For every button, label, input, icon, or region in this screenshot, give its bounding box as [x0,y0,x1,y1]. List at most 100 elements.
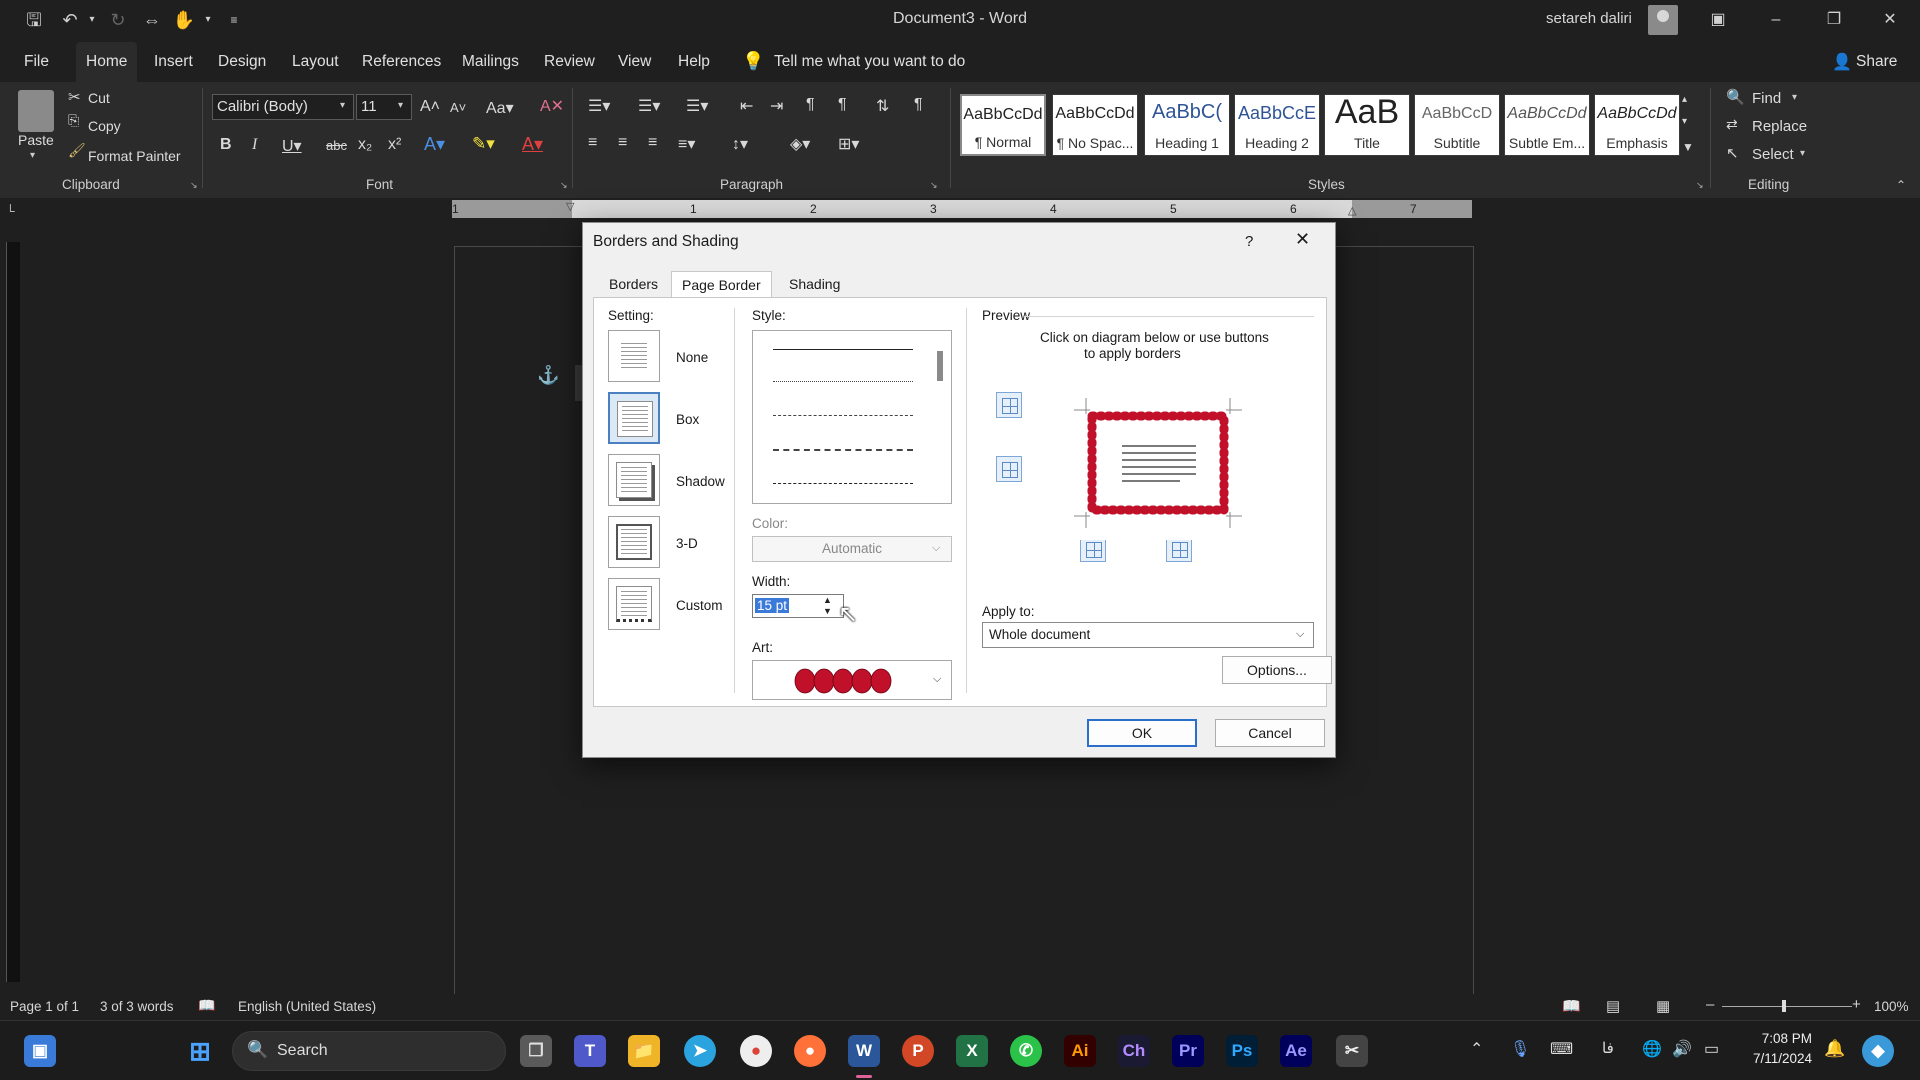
tab-review[interactable]: Review [534,42,605,82]
setting-box-icon[interactable] [608,392,660,444]
powerpoint-icon[interactable]: P [902,1035,934,1067]
font-family-select[interactable]: Calibri (Body) [212,94,354,120]
bullets-icon[interactable]: ☰▾ [588,96,610,116]
paste-icon[interactable] [18,90,54,132]
chevron-down-icon[interactable]: ▾ [1800,148,1805,159]
page-count[interactable]: Page 1 of 1 [10,999,79,1014]
width-stepper[interactable]: 15 pt ▲ ▼ [752,594,844,618]
style-heading-2[interactable]: AaBbCcE Heading 2 [1234,94,1320,156]
style-option-dotted[interactable] [773,381,913,382]
width-down-icon[interactable]: ▼ [823,606,832,616]
style-subtle-emphasis[interactable]: AaBbCcDd Subtle Em... [1504,94,1590,156]
dialog-help-button[interactable]: ? [1245,233,1253,250]
borders-icon[interactable]: ⊞▾ [838,134,859,154]
style-heading-1[interactable]: AaBbC(Heading 1 [1144,94,1230,156]
excel-icon[interactable]: X [956,1035,988,1067]
tell-me-search[interactable]: Tell me what you want to do [764,42,975,82]
web-layout-icon[interactable]: ▦ [1656,997,1670,1015]
avatar[interactable] [1648,5,1678,35]
change-case-icon[interactable]: Aa▾ [486,98,514,118]
setting-none-label[interactable]: None [676,350,708,365]
language[interactable]: English (United States) [238,999,376,1014]
grow-font-icon[interactable]: A˄ [420,98,440,116]
volume-icon[interactable]: 🔊 [1672,1039,1692,1059]
style-list[interactable] [752,330,952,504]
bold-icon[interactable]: B [220,136,232,154]
tab-borders[interactable]: Borders [599,271,668,297]
styles-more-icon[interactable]: ▼ [1682,140,1694,154]
clock-date[interactable]: 7/11/2024 [1742,1051,1812,1066]
show-marks-icon[interactable]: ¶ [914,96,923,114]
multilevel-list-icon[interactable]: ☰▾ [686,96,708,116]
setting-custom-label[interactable]: Custom [676,598,723,613]
width-input[interactable]: 15 pt [755,598,790,613]
superscript-icon[interactable]: x² [388,136,401,154]
style-title[interactable]: AaB Title [1324,94,1410,156]
indent-marker-icon[interactable]: ▽ [566,200,574,213]
tab-insert[interactable]: Insert [144,42,203,82]
setting-3d-label[interactable]: 3-D [676,536,698,551]
setting-custom-icon[interactable] [608,578,660,630]
start-icon[interactable]: ⊞ [184,1035,216,1067]
zoom-slider[interactable] [1722,1006,1852,1007]
options-button[interactable]: Options... [1222,656,1332,684]
tab-selector-icon[interactable]: └ [6,204,20,218]
copilot-icon[interactable]: ◆ [1862,1035,1894,1067]
strikethrough-icon[interactable]: abc [326,138,347,153]
preview-diagram[interactable] [1060,386,1256,540]
bottom-border-button[interactable] [996,456,1022,482]
chevron-up-icon[interactable]: ⌃ [1470,1039,1483,1059]
setting-box-label[interactable]: Box [676,412,699,427]
style-list-scrollbar[interactable] [937,351,943,381]
sort-icon[interactable]: ⇅ [876,96,889,116]
illustrator-icon[interactable]: Ai [1064,1035,1096,1067]
art-select[interactable]: ⌵ [752,660,952,700]
highlight-icon[interactable]: ✎▾ [472,134,495,154]
chevron-down-icon[interactable]: ▾ [1792,92,1797,103]
ribbon-display-options-icon[interactable]: ▣ [1696,4,1740,36]
tab-design[interactable]: Design [208,42,276,82]
character-animator-icon[interactable]: Ch [1118,1035,1150,1067]
vertical-ruler[interactable] [6,242,20,982]
widgets-icon[interactable]: ▣ [24,1035,56,1067]
cancel-button[interactable]: Cancel [1215,719,1325,747]
text-effects-icon[interactable]: A▾ [424,134,445,155]
style-option-solid[interactable] [773,349,913,350]
tab-help[interactable]: Help [668,42,720,82]
setting-3d-icon[interactable] [608,516,660,568]
style-option-dashed-small[interactable] [773,415,913,416]
paragraph-launcher-icon[interactable]: ↘ [930,180,938,191]
word-icon[interactable]: W [848,1035,880,1067]
font-color-icon[interactable]: A▾ [522,134,543,155]
user-name[interactable]: setareh daliri [1546,10,1632,27]
justify-icon[interactable]: ≡▾ [678,134,695,154]
underline-icon[interactable]: U▾ [282,136,302,156]
styles-launcher-icon[interactable]: ↘ [1696,180,1704,191]
dialog-close-icon[interactable]: ✕ [1295,229,1310,250]
chevron-down-icon[interactable]: ⌵ [933,673,941,686]
italic-icon[interactable]: I [252,136,257,154]
zoom-slider-thumb[interactable] [1782,1000,1786,1012]
tab-file[interactable]: File [14,42,59,82]
increase-indent-icon[interactable]: ⇥ [770,96,783,116]
premiere-icon[interactable]: Pr [1172,1035,1204,1067]
color-select[interactable]: Automatic [752,536,952,562]
teams-icon[interactable]: T [574,1035,606,1067]
zoom-level[interactable]: 100% [1874,999,1909,1014]
shading-icon[interactable]: ◈▾ [790,134,810,154]
subscript-icon[interactable]: x₂ [358,136,372,154]
read-mode-icon[interactable]: 📖 [1562,997,1581,1015]
ok-button[interactable]: OK [1087,719,1197,747]
close-window-icon[interactable]: ✕ [1868,4,1912,36]
style-emphasis[interactable]: AaBbCcDd Emphasis [1594,94,1680,156]
style-normal[interactable]: AaBbCcDd ¶ Normal [960,94,1046,156]
print-layout-icon[interactable]: ▤ [1606,997,1620,1015]
tab-home[interactable]: Home [76,42,138,82]
file-explorer-icon[interactable]: 📁 [628,1035,660,1067]
zoom-in-icon[interactable]: + [1852,996,1861,1013]
tab-mailings[interactable]: Mailings [452,42,529,82]
format-painter-button[interactable]: Format Painter [88,148,181,164]
restore-icon[interactable]: ❐ [1812,4,1856,36]
word-count[interactable]: 3 of 3 words [100,999,174,1014]
photoshop-icon[interactable]: Ps [1226,1035,1258,1067]
